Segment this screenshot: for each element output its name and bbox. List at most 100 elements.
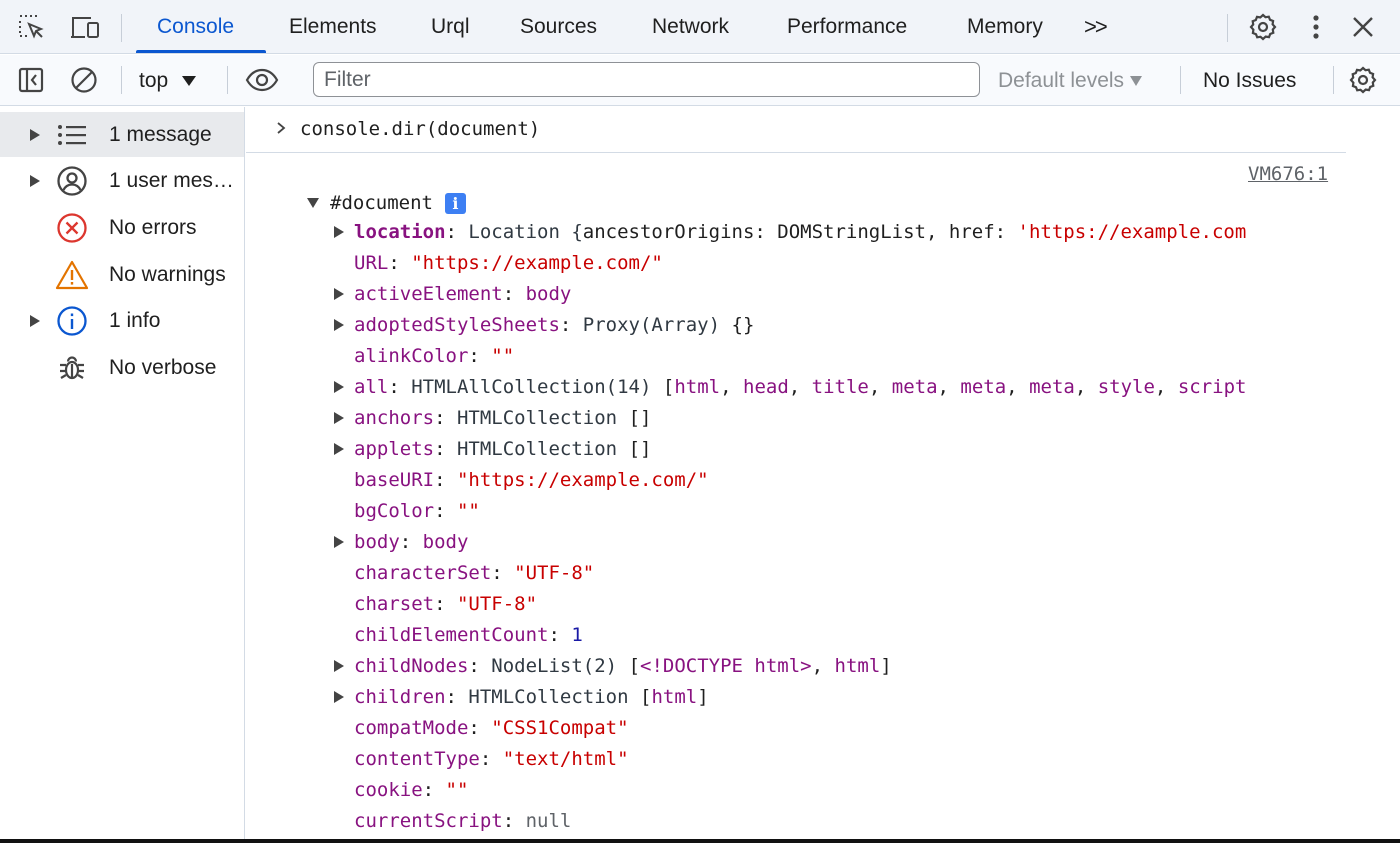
expand-arrow-icon[interactable] [332, 225, 346, 239]
tab-memory[interactable]: Memory [967, 0, 1043, 54]
property-key: activeElement [354, 283, 503, 305]
expand-arrow-icon[interactable] [332, 380, 346, 394]
expand-arrow-icon[interactable] [28, 128, 42, 142]
property-value: HTMLCollection [468, 686, 640, 708]
property-key: cookie [354, 779, 423, 801]
more-tabs-button[interactable]: >> [1084, 0, 1108, 54]
settings-gear-icon[interactable] [1246, 10, 1280, 44]
property-row-childelementcount: childElementCount: 1 [354, 621, 583, 649]
triangle-down-icon [1130, 75, 1143, 86]
property-value: 'https://example.com [1017, 221, 1247, 243]
context-selector[interactable]: top [139, 55, 197, 106]
device-toolbar-icon[interactable] [68, 10, 102, 44]
object-root-label: #document [330, 192, 433, 214]
property-row-location[interactable]: location: Location {ancestorOrigins: DOM… [354, 218, 1246, 246]
property-value: [ [662, 376, 675, 398]
property-value: script [1177, 376, 1247, 398]
property-row-children[interactable]: children: HTMLCollection [html] [354, 683, 709, 711]
property-row-cookie: cookie: "" [354, 776, 468, 804]
property-value: [ [628, 655, 641, 677]
sidebar-toggle-icon[interactable] [14, 63, 48, 97]
sidebar-item-user-messages[interactable]: 1 user messages [0, 158, 244, 203]
tab-urql[interactable]: Urql [431, 0, 470, 54]
sidebar-item-info[interactable]: 1 info [0, 298, 244, 343]
property-colon: : [548, 624, 572, 646]
property-value: [] [628, 438, 652, 460]
property-value: "CSS1Compat" [491, 717, 629, 739]
expand-arrow-icon[interactable] [332, 411, 346, 425]
expand-arrow-icon[interactable] [332, 690, 346, 704]
close-icon[interactable] [1346, 10, 1380, 44]
console-settings-gear-icon[interactable] [1346, 63, 1380, 97]
object-root-row[interactable]: #document i [306, 189, 466, 217]
property-colon: : [434, 438, 457, 460]
property-value: [] [628, 407, 652, 429]
expand-arrow-icon[interactable] [332, 535, 346, 549]
kebab-menu-icon[interactable] [1299, 10, 1333, 44]
expand-arrow-icon[interactable] [332, 442, 346, 456]
property-row-applets[interactable]: applets: HTMLCollection [] [354, 435, 651, 463]
property-colon: : [502, 810, 526, 832]
tab-performance[interactable]: Performance [787, 0, 907, 54]
property-colon: : [468, 655, 492, 677]
info-badge-icon[interactable]: i [444, 192, 466, 214]
property-value: , [788, 376, 812, 398]
devtools-tab-bar: Console Elements Urql Sources Network Pe… [0, 0, 1400, 54]
property-key: compatMode [354, 717, 469, 739]
issues-counter[interactable]: No Issues [1203, 55, 1296, 106]
expand-arrow-icon[interactable] [28, 174, 42, 188]
property-row-all[interactable]: all: HTMLAllCollection(14) [html, head, … [354, 373, 1246, 401]
property-row-compatmode: compatMode: "CSS1Compat" [354, 714, 629, 742]
sidebar-item-label: 1 user messages [109, 168, 241, 192]
tab-sources[interactable]: Sources [520, 0, 597, 54]
sidebar-item-warnings[interactable]: No warnings [0, 252, 244, 297]
property-value: "https://example.com/" [411, 252, 663, 274]
property-row-alinkcolor: alinkColor: "" [354, 342, 514, 370]
property-value: "" [445, 779, 469, 801]
property-colon: : [388, 252, 412, 274]
toolbar-separator [121, 66, 122, 94]
tab-elements[interactable]: Elements [289, 0, 377, 54]
property-colon: : [445, 686, 469, 708]
clear-console-icon[interactable] [67, 63, 101, 97]
property-value: NodeList(2) [491, 655, 629, 677]
tab-network[interactable]: Network [652, 0, 729, 54]
property-row-adoptedstylesheets[interactable]: adoptedStyleSheets: Proxy(Array) {} [354, 311, 754, 339]
property-key: childNodes [354, 655, 469, 677]
expand-arrow-icon[interactable] [28, 314, 42, 328]
triangle-down-icon[interactable] [306, 197, 320, 209]
sidebar-item-errors[interactable]: No errors [0, 205, 244, 250]
toolbar-separator [227, 66, 228, 94]
property-key: charset [354, 593, 435, 615]
property-key: alinkColor [354, 345, 469, 367]
filter-input[interactable] [313, 62, 980, 97]
property-colon: : [502, 283, 526, 305]
property-key: children [354, 686, 446, 708]
property-row-url: URL: "https://example.com/" [354, 249, 663, 277]
property-value: , [720, 376, 743, 398]
property-value: meta [891, 376, 938, 398]
log-levels-dropdown[interactable]: Default levels [998, 55, 1143, 106]
warning-triangle-icon [55, 258, 89, 292]
property-value: HTMLCollection [456, 438, 629, 460]
sidebar-item-messages[interactable]: 1 message [0, 112, 244, 157]
expand-arrow-icon[interactable] [332, 287, 346, 301]
property-value: html [834, 655, 881, 677]
property-row-body[interactable]: body: body [354, 528, 468, 556]
sidebar-item-verbose[interactable]: No verbose [0, 345, 244, 390]
inspect-element-icon[interactable] [15, 10, 49, 44]
expand-arrow-icon[interactable] [332, 659, 346, 673]
property-value: 1 [571, 624, 583, 646]
property-row-activeelement[interactable]: activeElement: body [354, 280, 571, 308]
property-key: anchors [354, 407, 435, 429]
console-toolbar: top Default levels No Issues [0, 55, 1400, 106]
source-link[interactable]: VM676:1 [1248, 163, 1328, 185]
property-row-childnodes[interactable]: childNodes: NodeList(2) [<!DOCTYPE html>… [354, 652, 892, 680]
property-colon: : [388, 376, 412, 398]
tab-console[interactable]: Console [157, 0, 234, 54]
property-value: "text/html" [502, 748, 629, 770]
live-expression-eye-icon[interactable] [245, 63, 279, 97]
property-row-anchors[interactable]: anchors: HTMLCollection [] [354, 404, 651, 432]
toolbar-separator [1180, 66, 1181, 94]
expand-arrow-icon[interactable] [332, 318, 346, 332]
